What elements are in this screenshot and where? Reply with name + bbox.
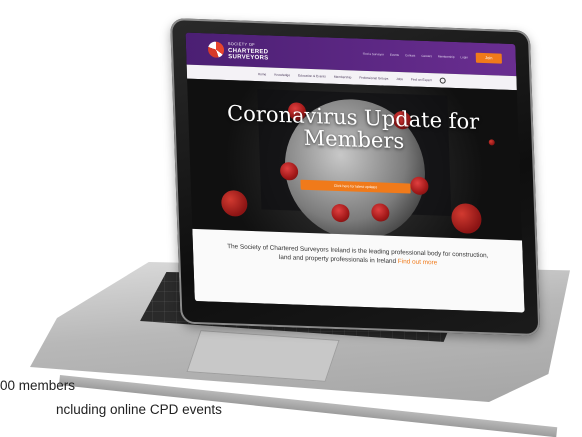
virus-spike: [279, 161, 299, 181]
join-button[interactable]: Join: [475, 52, 502, 64]
virus-spike: [331, 203, 350, 223]
top-link[interactable]: Find a Surveyor: [363, 52, 384, 57]
about-text: The Society of Chartered Surveyors Irela…: [227, 243, 489, 267]
laptop-photo: SOCIETY OF CHARTERED SURVEYORS Find a Su…: [0, 0, 582, 437]
about-section: The Society of Chartered Surveyors Irela…: [192, 228, 525, 313]
nav-item[interactable]: Home: [258, 72, 267, 76]
top-link[interactable]: Contact: [405, 53, 415, 57]
top-link[interactable]: Events: [390, 53, 399, 57]
virus-particle: [220, 189, 248, 217]
top-link[interactable]: Login: [460, 55, 467, 59]
virus-particle: [450, 202, 482, 235]
hero-banner: Coronavirus Update for Members Click her…: [187, 78, 523, 241]
scsi-logo-icon: [207, 41, 225, 58]
top-link[interactable]: Membership: [438, 54, 455, 59]
laptop-screen: SOCIETY OF CHARTERED SURVEYORS Find a Su…: [185, 32, 525, 313]
nav-item[interactable]: Knowledge: [274, 73, 290, 78]
nav-item[interactable]: Professional Groups: [359, 76, 388, 81]
hero-title: Coronavirus Update for Members: [226, 101, 480, 154]
top-links: Find a Surveyor Events Contact Careers M…: [363, 52, 468, 60]
nav-item[interactable]: Jobs: [396, 77, 403, 81]
virus-spike: [410, 176, 429, 196]
site-logo[interactable]: SOCIETY OF CHARTERED SURVEYORS: [228, 41, 269, 62]
nav-item[interactable]: Find an Expert: [411, 77, 432, 82]
laptop-lid: SOCIETY OF CHARTERED SURVEYORS Find a Su…: [170, 18, 541, 337]
nav-item[interactable]: Education & Events: [298, 74, 326, 79]
top-link[interactable]: Careers: [421, 54, 432, 58]
caption-line-1: 00 members: [0, 378, 76, 393]
search-icon[interactable]: [439, 77, 446, 84]
nav-item[interactable]: Membership: [334, 75, 352, 80]
caption-line-2: ncluding online CPD events: [56, 402, 222, 417]
virus-spike: [371, 203, 390, 222]
about-link[interactable]: Find out more: [398, 258, 438, 266]
